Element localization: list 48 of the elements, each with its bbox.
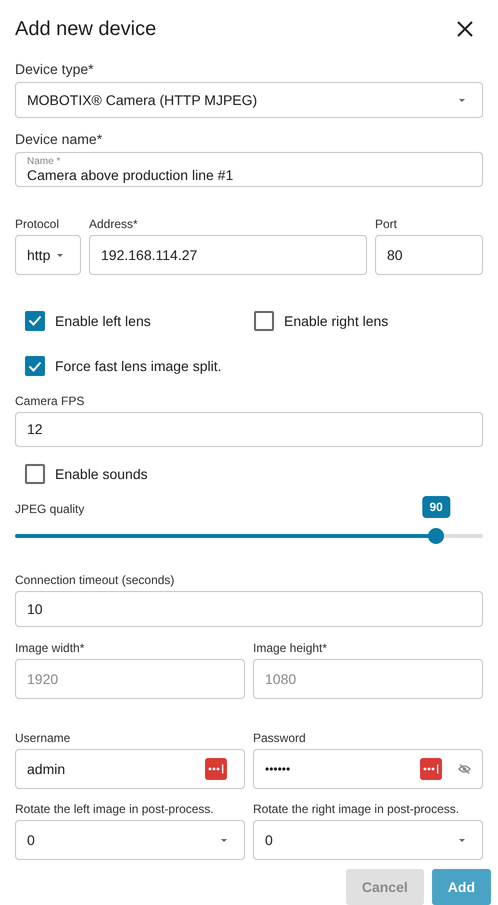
check-icon	[28, 360, 42, 372]
checkbox-label: Force fast lens image split.	[55, 358, 222, 374]
field-label: Connection timeout (seconds)	[15, 573, 174, 588]
field-label: Image height*	[253, 641, 328, 655]
field-label: Protocol	[15, 217, 60, 232]
caret-icon	[459, 838, 465, 842]
caret-icon	[57, 254, 63, 257]
quality-slider[interactable]	[15, 529, 483, 544]
checkbox-label: Enable left lens	[55, 312, 151, 329]
field-label: Device type*	[15, 61, 94, 78]
dialog-title: Add new device	[15, 18, 156, 41]
password-manager-icon[interactable]	[205, 758, 227, 780]
floating-label: Name *	[27, 156, 60, 167]
port-field[interactable]: 80	[375, 235, 483, 276]
device-type-select[interactable]: MOBOTIX® Camera (HTTP MJPEG)	[15, 82, 483, 118]
timeout-field[interactable]: 10	[15, 591, 483, 627]
password-manager-icon[interactable]	[420, 758, 442, 780]
field-label: Username	[15, 731, 70, 745]
caret-icon	[459, 98, 465, 102]
field-label: Rotate the left image in post-process.	[15, 802, 214, 816]
protocol-select[interactable]: http	[15, 235, 81, 276]
value-tooltip: 90	[422, 496, 450, 518]
address-field[interactable]: 192.168.114.27	[89, 235, 367, 276]
field-label: Rotate the right image in post-process.	[253, 802, 460, 816]
rotation-select[interactable]: 0	[15, 820, 245, 860]
field-label: Address*	[89, 217, 138, 232]
checkbox[interactable]	[25, 464, 45, 484]
password-field[interactable]: ••••••	[253, 749, 483, 789]
field-label: Camera FPS	[15, 394, 84, 408]
eye-off-icon[interactable]	[458, 764, 471, 774]
field-label: Device name*	[15, 130, 102, 147]
close-icon[interactable]	[457, 21, 473, 38]
rotation-select[interactable]: 0	[253, 820, 483, 860]
field-label: JPEG quality	[15, 502, 84, 516]
checkbox[interactable]	[25, 356, 45, 376]
checkbox[interactable]	[25, 310, 45, 331]
field-label: Password	[253, 731, 306, 745]
check-icon	[28, 315, 42, 326]
fps-field[interactable]: 12	[15, 412, 483, 448]
field-label: Image width*	[15, 641, 84, 655]
checkbox-label: Enable sounds	[55, 466, 148, 482]
slider-thumb[interactable]	[428, 528, 444, 544]
checkbox[interactable]	[254, 310, 274, 331]
name-field[interactable]: Name * Camera above production line #1	[15, 152, 483, 188]
caret-icon	[221, 838, 227, 842]
field-label: Port	[375, 217, 398, 232]
username-field[interactable]: admin	[15, 749, 245, 789]
checkbox-label: Enable right lens	[284, 312, 388, 329]
